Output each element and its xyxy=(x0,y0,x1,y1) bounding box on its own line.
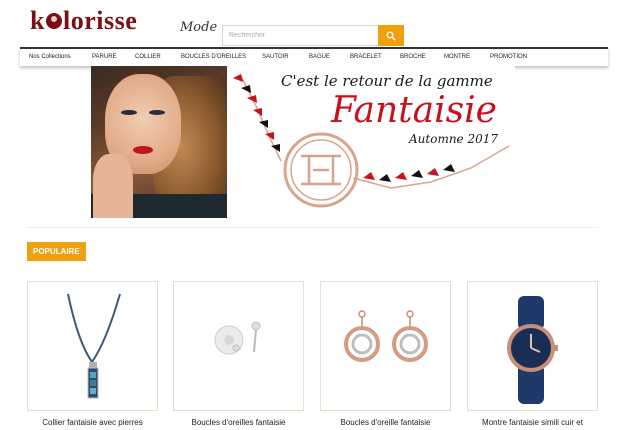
main-nav: Nos Collections PARURE COLLIER BOUCLES D… xyxy=(20,47,608,66)
nav-item-broche[interactable]: BROCHE xyxy=(400,54,426,60)
nav-item-boucles[interactable]: BOUCLES D'OREILLES xyxy=(181,54,246,60)
nav-item-sautoir[interactable]: SAUTOIR xyxy=(262,54,289,60)
nav-item-bague[interactable]: BAGUE xyxy=(309,54,330,60)
watch-icon xyxy=(507,296,558,404)
product-name[interactable]: Collier fantaisie avec pierres xyxy=(27,418,158,427)
nav-item-collier[interactable]: COLLIER xyxy=(135,54,161,60)
hoop-earrings-icon xyxy=(344,310,428,362)
logo-subtitle: Mode xyxy=(180,20,218,35)
search-button[interactable] xyxy=(378,25,404,46)
necklace-icon xyxy=(67,293,121,399)
nav-item-collections[interactable]: Nos Collections xyxy=(29,54,71,60)
nav-item-parure[interactable]: PARURE xyxy=(92,54,117,60)
promo-banner[interactable]: C'est le retour de la gamme Fantaisie Au… xyxy=(91,66,515,218)
product-card[interactable] xyxy=(320,281,451,411)
product-name[interactable]: Boucles d'oreille fantaisie xyxy=(320,418,451,427)
product-name[interactable]: Boucles d'oreilles fantaisie xyxy=(173,418,304,427)
logo-globe-icon xyxy=(45,13,62,30)
search-input[interactable] xyxy=(222,25,378,46)
banner-subtitle: Automne 2017 xyxy=(409,132,499,146)
search-icon xyxy=(386,31,396,41)
product-name[interactable]: Montre fantaisie simili cuir et xyxy=(467,418,598,427)
product-card[interactable] xyxy=(173,281,304,411)
stud-earrings-icon xyxy=(214,321,261,355)
section-divider xyxy=(27,227,599,228)
product-card[interactable] xyxy=(27,281,158,411)
nav-item-bracelet[interactable]: BRACELET xyxy=(350,54,382,60)
logo-wordmark: k lorisse xyxy=(30,6,137,36)
nav-item-montre[interactable]: MONTRE xyxy=(444,54,470,60)
section-title-popular: POPULAIRE xyxy=(27,242,86,261)
logo-text: lorisse xyxy=(62,6,138,35)
search-bar xyxy=(222,25,404,46)
banner-headline: C'est le retour de la gamme xyxy=(281,72,493,90)
site-logo[interactable]: k lorisse Mode xyxy=(30,6,217,42)
product-card[interactable] xyxy=(467,281,598,411)
banner-title: Fantaisie xyxy=(331,90,497,131)
nav-item-promotion[interactable]: PROMOTION xyxy=(490,54,527,60)
logo-letter-k: k xyxy=(30,6,45,35)
